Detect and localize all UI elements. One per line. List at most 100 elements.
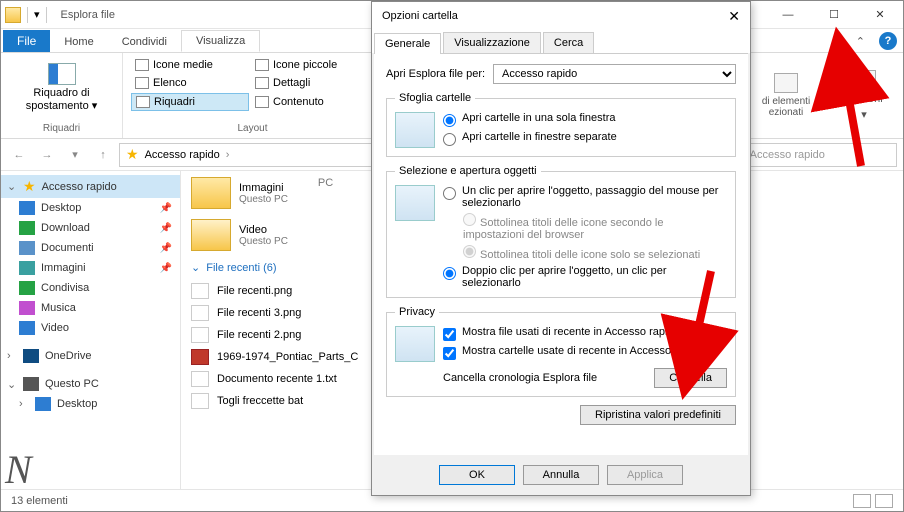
click-icon <box>395 185 435 221</box>
browse-icon <box>395 112 435 148</box>
folder-video[interactable]: VideoQuesto PC <box>191 219 288 251</box>
back-button[interactable]: ← <box>7 143 31 167</box>
dialog-tab-cerca[interactable]: Cerca <box>543 32 594 53</box>
apply-button[interactable]: Applica <box>607 465 683 485</box>
tab-visualizza[interactable]: Visualizza <box>181 30 260 52</box>
qat-down-icon[interactable]: ▾ <box>34 8 40 21</box>
folder-name: Immagini <box>239 182 288 194</box>
layout-riquadri[interactable]: Riquadri <box>131 93 249 111</box>
show-recent-files-checkbox[interactable]: Mostra file usati di recente in Accesso … <box>443 326 727 341</box>
chevron-right-icon: › <box>226 149 230 161</box>
open-explorer-select[interactable]: Accesso rapido <box>493 64 736 84</box>
click-legend: Selezione e apertura oggetti <box>395 165 541 177</box>
forward-button[interactable]: → <box>35 143 59 167</box>
tab-home[interactable]: Home <box>50 32 107 52</box>
file-icon <box>191 305 209 321</box>
ribbon-collapse-icon[interactable]: ⌃ <box>848 31 873 52</box>
restore-defaults-button[interactable]: Ripristina valori predefiniti <box>580 405 736 425</box>
navigation-pane-icon <box>48 63 76 85</box>
app-icon <box>5 7 21 23</box>
file-tab[interactable]: File <box>3 30 50 52</box>
folder-options-dialog: Opzioni cartella ✕ Generale Visualizzazi… <box>371 1 751 496</box>
tab-condividi[interactable]: Condividi <box>108 32 181 52</box>
folder-icon <box>191 219 231 251</box>
underline-browser-radio: Sottolinea titoli delle icone secondo le… <box>463 213 727 241</box>
chevron-down-icon: ▾ <box>861 108 867 121</box>
folder-name: Video <box>239 224 288 236</box>
dialog-close-button[interactable]: ✕ <box>728 8 740 25</box>
breadcrumb-label: Accesso rapido <box>145 149 220 161</box>
dialog-title-bar: Opzioni cartella ✕ <box>372 2 750 30</box>
layout-icone-piccole[interactable]: Icone piccole <box>251 57 369 73</box>
sidebar-item-documenti[interactable]: Documenti📌 <box>1 238 180 258</box>
maximize-button[interactable]: ☐ <box>811 1 857 29</box>
layout-icone-medie[interactable]: Icone medie <box>131 57 249 73</box>
file-icon <box>191 393 209 409</box>
sidebar-item-video[interactable]: Video <box>1 318 180 338</box>
sidebar-item-desktop-2[interactable]: ›Desktop <box>1 394 180 414</box>
group-label-layout: Layout <box>131 123 374 134</box>
quick-access-icon: ★ <box>126 146 139 163</box>
single-click-radio[interactable]: Un clic per aprire l'oggetto, passaggio … <box>443 185 727 209</box>
browse-new-window-radio[interactable]: Apri cartelle in finestre separate <box>443 131 727 146</box>
view-details-icon[interactable] <box>853 494 871 508</box>
options-button[interactable]: ✓ Opzioni ▾ <box>825 53 903 138</box>
browse-folders-fieldset: Sfoglia cartelle Apri cartelle in una so… <box>386 92 736 157</box>
underline-selected-radio: Sottolinea titoli delle icone solo se se… <box>463 245 727 261</box>
browse-same-window-radio[interactable]: Apri cartelle in una sola finestra <box>443 112 727 127</box>
chevron-down-icon: ⌄ <box>191 261 200 274</box>
folder-icon <box>191 177 231 209</box>
sidebar-item-desktop[interactable]: Desktop📌 <box>1 198 180 218</box>
sidebar-quick-access[interactable]: ⌄★Accesso rapido <box>1 175 180 198</box>
clear-button[interactable]: Cancella <box>654 368 727 388</box>
watermark: N <box>5 446 32 493</box>
sidebar-item-immagini[interactable]: Immagini📌 <box>1 258 180 278</box>
clear-history-label: Cancella cronologia Esplora file <box>443 372 597 384</box>
pdf-icon <box>191 349 209 365</box>
history-dropdown[interactable]: ▾ <box>63 143 87 167</box>
view-tiles-icon[interactable] <box>875 494 893 508</box>
status-text: 13 elementi <box>11 495 68 507</box>
sidebar: ⌄★Accesso rapido Desktop📌 Download📌 Docu… <box>1 171 181 491</box>
dialog-tab-generale[interactable]: Generale <box>374 33 441 54</box>
selected-elements-button[interactable]: di elementi ezionati <box>747 53 825 138</box>
file-icon <box>191 371 209 387</box>
group-label-riquadri: Riquadri <box>9 123 114 134</box>
pc-badge: PC <box>318 177 333 209</box>
ribbon-group-riquadri: Riquadro di spostamento ▾ Riquadri <box>1 53 123 138</box>
show-recent-folders-checkbox[interactable]: Mostra cartelle usate di recente in Acce… <box>443 345 727 360</box>
ok-button[interactable]: OK <box>439 465 515 485</box>
privacy-fieldset: Privacy Mostra file usati di recente in … <box>386 306 736 397</box>
layout-dettagli[interactable]: Dettagli <box>251 75 369 91</box>
sidebar-item-condivisa[interactable]: Condivisa <box>1 278 180 298</box>
window-title: Esplora file <box>61 9 115 21</box>
layout-elenco[interactable]: Elenco <box>131 75 249 91</box>
navigation-pane-button[interactable]: Riquadro di spostamento ▾ <box>9 57 114 112</box>
file-icon <box>191 283 209 299</box>
minimize-button[interactable]: — <box>765 1 811 29</box>
folder-location: Questo PC <box>239 236 288 247</box>
sidebar-this-pc[interactable]: ⌄Questo PC <box>1 374 180 394</box>
ribbon-group-layout: Icone medie Icone piccole Elenco Dettagl… <box>123 53 383 138</box>
dialog-title: Opzioni cartella <box>382 10 458 22</box>
sidebar-item-download[interactable]: Download📌 <box>1 218 180 238</box>
selected-elements-icon <box>774 73 798 93</box>
navigation-pane-label: Riquadro di spostamento ▾ <box>9 87 114 112</box>
dialog-tab-visualizzazione[interactable]: Visualizzazione <box>443 32 541 53</box>
cancel-button[interactable]: Annulla <box>523 465 599 485</box>
sidebar-onedrive[interactable]: ›OneDrive <box>1 346 180 366</box>
options-icon: ✓ <box>852 70 876 90</box>
up-button[interactable]: ↑ <box>91 143 115 167</box>
selected-elements-label: di elementi ezionati <box>762 96 810 118</box>
double-click-radio[interactable]: Doppio clic per aprire l'oggetto, un cli… <box>443 265 727 289</box>
folder-location: Questo PC <box>239 194 288 205</box>
browse-legend: Sfoglia cartelle <box>395 92 475 104</box>
file-icon <box>191 327 209 343</box>
help-icon[interactable]: ? <box>879 32 897 50</box>
click-fieldset: Selezione e apertura oggetti Un clic per… <box>386 165 736 298</box>
close-button[interactable]: ✕ <box>857 1 903 29</box>
layout-contenuto[interactable]: Contenuto <box>251 93 369 111</box>
folder-immagini[interactable]: ImmaginiQuesto PC <box>191 177 288 209</box>
options-label: Opzioni <box>845 93 882 105</box>
sidebar-item-musica[interactable]: Musica <box>1 298 180 318</box>
